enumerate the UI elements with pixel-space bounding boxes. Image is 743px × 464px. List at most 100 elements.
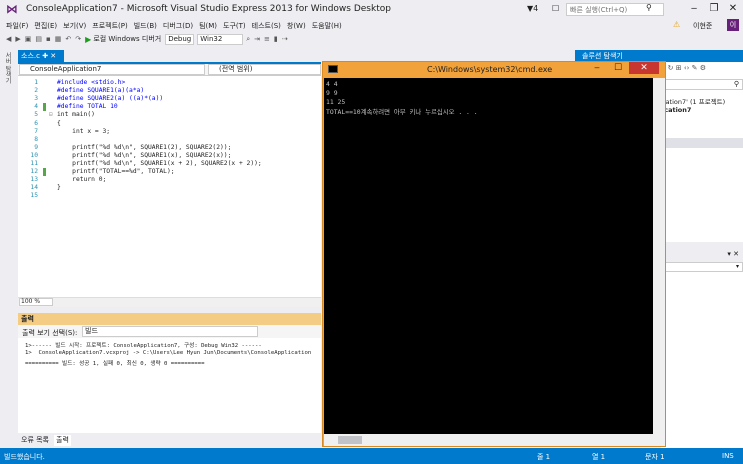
menu-tools[interactable]: 도구(T) — [223, 21, 246, 31]
undo-icon[interactable]: ↶ — [65, 35, 71, 43]
console-close-button[interactable]: ✕ — [629, 62, 659, 74]
code-line[interactable]: 10 printf("%d %d\n", SQUARE1(x), SQUARE2… — [18, 152, 321, 160]
status-column: 열 1 — [592, 453, 606, 461]
line-number: 9 — [34, 143, 38, 151]
configuration-select[interactable]: Debug — [165, 33, 195, 45]
code-line[interactable]: 2 #define SQUARE1(a)(a*a) — [18, 87, 321, 95]
line-number: 10 — [30, 151, 38, 159]
menu-bar: 파일(F) 편집(E) 보기(V) 프로젝트(P) 빌드(B) 디버그(D) 팀… — [0, 19, 743, 32]
feedback-icon[interactable]: ☐ — [552, 4, 559, 13]
properties-object-select[interactable]: ▾ — [661, 262, 743, 272]
code-text: #define SQUARE2(a) ((a)*(a)) — [57, 95, 164, 103]
solution-explorer-toolbar[interactable]: ⌂ ↻ ⊞ ‹› ✎ ⚙ — [661, 64, 706, 72]
forward-icon[interactable]: ▶ — [15, 35, 20, 43]
code-line[interactable]: 12 printf("TOTAL==%d", TOTAL); — [18, 168, 321, 177]
platform-select[interactable]: Win32 — [197, 33, 244, 45]
output-line: 1>------ 빌드 시작: 프로젝트: ConsoleApplication… — [25, 343, 262, 349]
tab-output[interactable]: 출력 — [54, 435, 71, 446]
solution-search-input[interactable]: ⚲ — [661, 79, 743, 90]
solution-tree-item[interactable]: cation7' (1 프로젝트) — [662, 96, 725, 106]
code-line[interactable]: 9 printf("%d %d\n", SQUARE1(2), SQUARE2(… — [18, 144, 321, 152]
line-number: 2 — [34, 87, 38, 95]
line-number: 14 — [30, 184, 38, 192]
new-project-icon[interactable]: ▣ — [25, 35, 32, 43]
tab-error-list[interactable]: 오류 목록 — [19, 435, 51, 446]
console-horizontal-scrollbar[interactable] — [324, 434, 665, 446]
project-navigation-select[interactable]: ConsoleApplication7 — [19, 64, 205, 75]
code-line[interactable]: 13 return 0; — [18, 176, 321, 184]
menu-project[interactable]: 프로젝트(P) — [92, 21, 127, 31]
comment-icon[interactable]: ≡ — [264, 35, 270, 43]
window-title: ConsoleApplication7 - Microsoft Visual S… — [26, 4, 391, 14]
zoom-select[interactable]: 100 % — [19, 298, 53, 306]
line-number: 1 — [34, 79, 38, 86]
code-line[interactable]: 15 — [18, 192, 321, 200]
collapse-icon[interactable]: ⊟ — [49, 111, 53, 119]
code-line[interactable]: 14} — [18, 184, 321, 192]
code-line[interactable]: 1 #include <stdio.h> — [18, 79, 321, 87]
console-maximize-button[interactable]: ☐ — [608, 62, 628, 74]
code-text: int x = 3; — [57, 127, 111, 135]
menu-file[interactable]: 파일(F) — [6, 21, 28, 31]
back-icon[interactable]: ◀ — [6, 35, 11, 43]
output-panel-title: 출력 — [18, 313, 321, 325]
code-text: printf("%d %d\n", SQUARE1(2), SQUARE2(2)… — [57, 143, 232, 151]
restore-button[interactable]: ❐ — [705, 2, 723, 16]
code-line[interactable]: 4 #define TOTAL 10 — [18, 103, 321, 112]
line-number: 6 — [34, 119, 38, 127]
output-line: 1> ConsoleApplication7.vcxproj -> C:\Use… — [25, 350, 312, 356]
start-debugging-icon[interactable]: ▶ — [85, 35, 91, 44]
code-line[interactable]: 6{ — [18, 120, 321, 128]
user-name[interactable]: 이현준 — [693, 21, 712, 31]
save-all-icon[interactable]: ▦ — [55, 35, 62, 43]
find-icon[interactable]: ⌕ — [246, 35, 250, 44]
console-vertical-scrollbar[interactable] — [653, 78, 665, 434]
server-explorer-tab[interactable]: 서버 탐색기 — [3, 52, 12, 84]
code-line[interactable]: 8 — [18, 136, 321, 144]
output-source-label: 출력 보기 선택(S): — [22, 329, 78, 337]
console-output[interactable]: 4 4 9 9 11 25 TOTAL==10계속하려면 아무 키나 누르십시오… — [324, 78, 653, 434]
menu-debug[interactable]: 디버그(D) — [163, 21, 193, 31]
properties-panel — [661, 262, 743, 448]
menu-help[interactable]: 도움말(H) — [312, 21, 342, 31]
close-button[interactable]: ✕ — [724, 2, 742, 16]
code-text: printf("%d %d\n", SQUARE1(x), SQUARE2(x)… — [57, 151, 232, 159]
notifications-flag-icon[interactable]: ▼4 — [527, 4, 538, 13]
line-number: 15 — [30, 192, 38, 200]
project-tree-item[interactable]: ication7 — [662, 106, 691, 114]
code-line[interactable]: 3 #define SQUARE2(a) ((a)*(a)) — [18, 95, 321, 103]
output-source-select[interactable]: 빌드 — [82, 326, 258, 337]
scope-navigation-select[interactable]: (전역 범위) — [208, 64, 321, 75]
menu-view[interactable]: 보기(V) — [63, 21, 86, 31]
indent-icon[interactable]: ⇥ — [254, 35, 260, 43]
run-button[interactable]: 로컬 Windows 디버거 — [93, 34, 161, 44]
console-minimize-button[interactable]: ‒ — [587, 62, 607, 74]
open-file-icon[interactable]: ▤ — [35, 35, 42, 43]
minimize-button[interactable]: ‒ — [685, 2, 703, 16]
warning-icon[interactable]: ⚠ — [673, 20, 680, 29]
menu-test[interactable]: 테스트(S) — [252, 21, 281, 31]
menu-team[interactable]: 팀(M) — [199, 21, 217, 31]
console-window[interactable]: C:\Windows\system32\cmd.exe ‒ ☐ ✕ 4 4 9 … — [322, 61, 666, 447]
menu-build[interactable]: 빌드(B) — [134, 21, 157, 31]
bookmark-icon[interactable]: ▮ — [274, 35, 278, 43]
console-scroll-thumb[interactable] — [338, 436, 362, 444]
menu-window[interactable]: 창(W) — [287, 21, 306, 31]
code-line[interactable]: 11 printf("%d %d\n", SQUARE1(x + 2), SQU… — [18, 160, 321, 168]
line-number: 12 — [30, 168, 38, 176]
code-editor[interactable]: 1 #include <stdio.h> 2 #define SQUARE1(a)(a… — [18, 76, 321, 297]
code-line[interactable]: 7 int x = 3; — [18, 128, 321, 136]
redo-icon[interactable]: ↷ — [75, 35, 81, 43]
tab-source-c[interactable]: 소스.c ✚ ✕ — [18, 50, 64, 62]
bookmark-next-icon[interactable]: ⇢ — [282, 35, 288, 43]
properties-panel-header: ▾ ✕ — [661, 250, 743, 261]
output-text-area[interactable]: 1>------ 빌드 시작: 프로젝트: ConsoleApplication… — [18, 338, 321, 433]
console-title-bar[interactable]: C:\Windows\system32\cmd.exe ‒ ☐ ✕ — [323, 62, 665, 77]
standard-toolbar: ◀ ▶ ▣ ▤ ▪ ▦ ↶ ↷ ▶ 로컬 Windows 디버거 Debug W… — [0, 32, 743, 46]
save-icon[interactable]: ▪ — [46, 35, 51, 43]
avatar[interactable]: 이 — [727, 19, 739, 31]
menu-edit[interactable]: 편집(E) — [34, 21, 57, 31]
code-line[interactable]: 5 ⊟ int main() — [18, 111, 321, 119]
line-number: 5 — [34, 111, 38, 119]
editor-bottom-bar — [18, 297, 321, 307]
